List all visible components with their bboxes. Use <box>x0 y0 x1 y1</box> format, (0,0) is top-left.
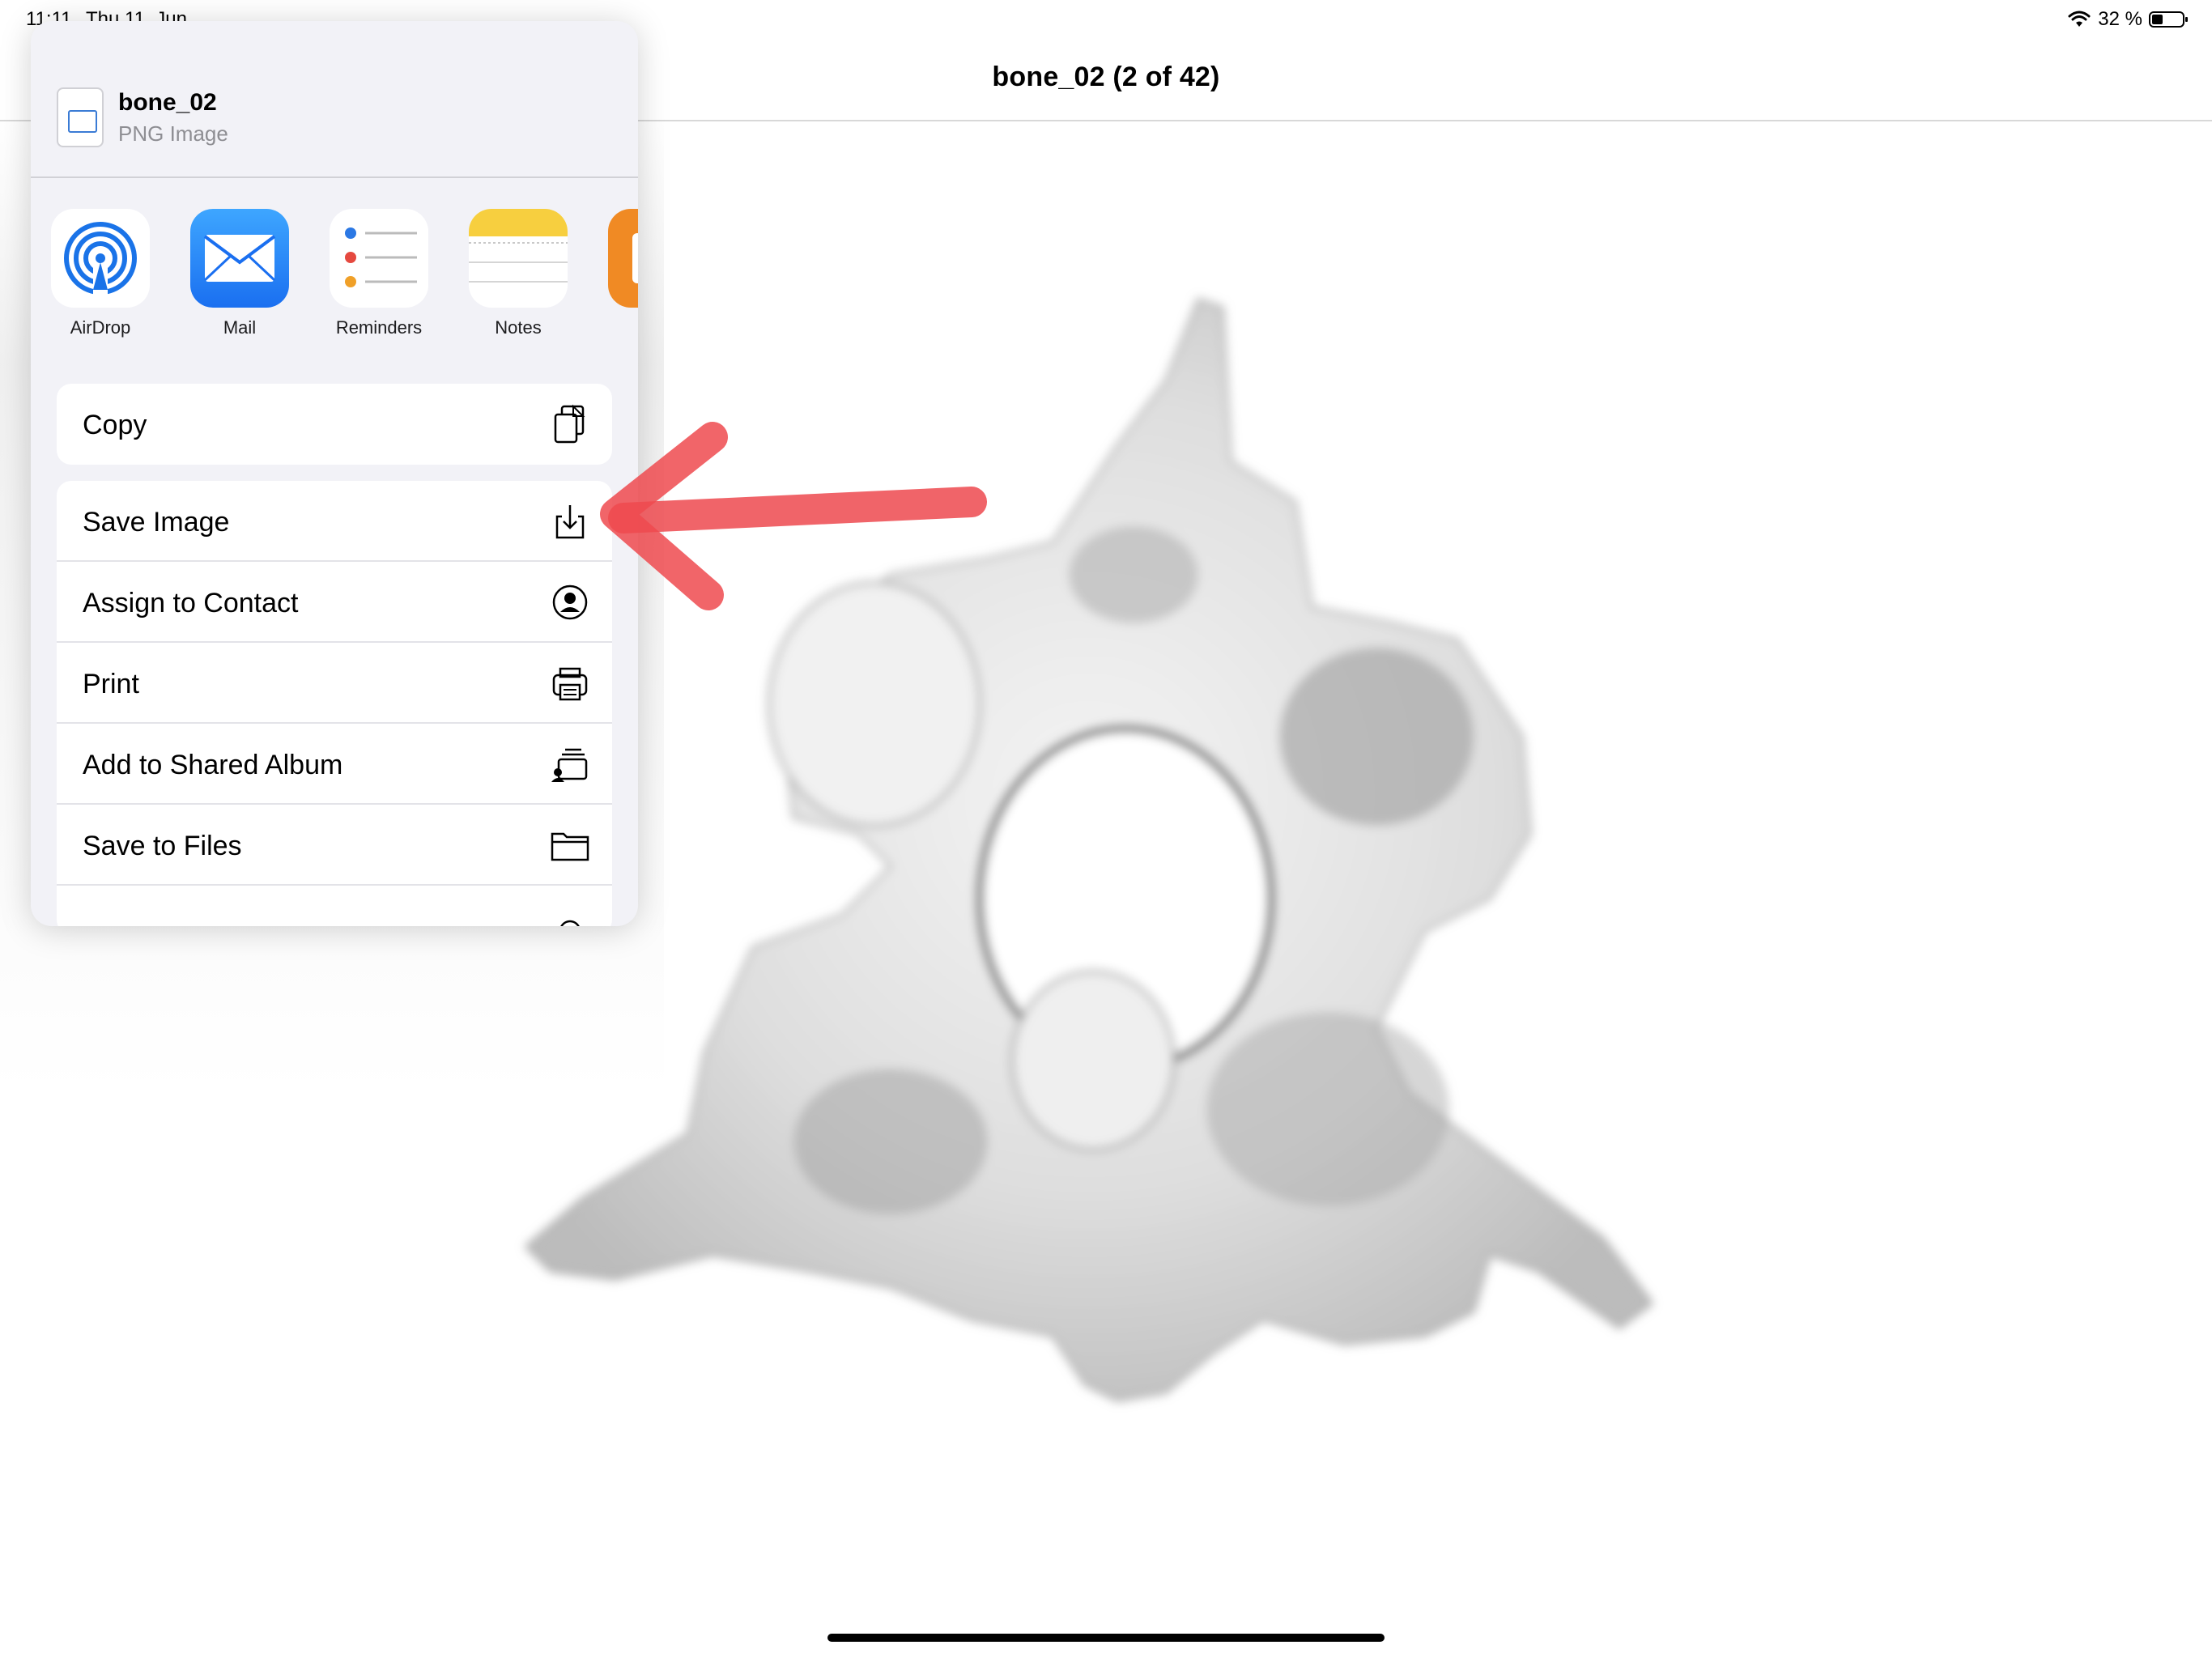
action-label: Save to Files <box>83 831 242 861</box>
action-save-files[interactable]: Save to Files <box>57 805 612 886</box>
airdrop-icon <box>51 209 150 308</box>
app-mail[interactable]: Mail <box>170 209 309 338</box>
battery-icon <box>2149 11 2188 28</box>
file-type: PNG Image <box>118 121 228 146</box>
mail-icon <box>190 209 289 308</box>
app-label: Notes <box>495 317 542 338</box>
action-label: Add to Shared Album <box>83 750 343 780</box>
action-copy[interactable]: Copy <box>57 384 612 465</box>
action-print[interactable]: Print <box>57 643 612 724</box>
action-add-shared-album[interactable]: Add to Shared Album <box>57 724 612 805</box>
app-label: Mail <box>223 317 257 338</box>
action-label: Assign to Contact <box>83 588 299 618</box>
app-books[interactable]: B <box>588 209 638 338</box>
home-indicator <box>827 1634 1385 1642</box>
more-icon <box>560 920 580 926</box>
copy-group: Copy <box>57 384 612 465</box>
app-reminders[interactable]: Reminders <box>309 209 449 338</box>
share-apps-row: AirDrop Mail Reminders Notes <box>31 209 638 371</box>
app-label: Reminders <box>335 317 423 338</box>
action-save-image[interactable]: Save Image <box>57 481 612 562</box>
app-airdrop[interactable]: AirDrop <box>31 209 170 338</box>
app-label: AirDrop <box>70 317 131 338</box>
action-assign-contact[interactable]: Assign to Contact <box>57 562 612 643</box>
share-sheet: bone_02 PNG Image AirDrop Mail Reminders… <box>31 21 638 926</box>
books-icon <box>608 209 638 308</box>
action-label: Save Image <box>83 507 230 538</box>
annotation-arrow-icon <box>600 422 987 610</box>
battery-percent: 32 % <box>2098 8 2142 30</box>
file-name: bone_02 <box>118 89 217 116</box>
app-notes[interactable]: Notes <box>449 209 588 338</box>
shared-album-icon <box>551 748 588 782</box>
wifi-icon <box>2068 11 2091 27</box>
action-label: Copy <box>83 410 147 440</box>
action-cutoff[interactable] <box>57 886 612 926</box>
status-right: 32 % <box>2067 8 2189 31</box>
app-label: B <box>588 317 638 338</box>
file-thumbnail-icon <box>57 87 104 147</box>
action-label: Print <box>83 669 139 699</box>
notes-icon <box>469 209 568 308</box>
actions-group: Save Image Assign to Contact Print Add t… <box>57 481 612 926</box>
folder-icon <box>551 832 589 861</box>
share-sheet-header: bone_02 PNG Image <box>31 21 638 178</box>
printer-icon <box>552 667 588 701</box>
reminders-icon <box>330 209 428 308</box>
